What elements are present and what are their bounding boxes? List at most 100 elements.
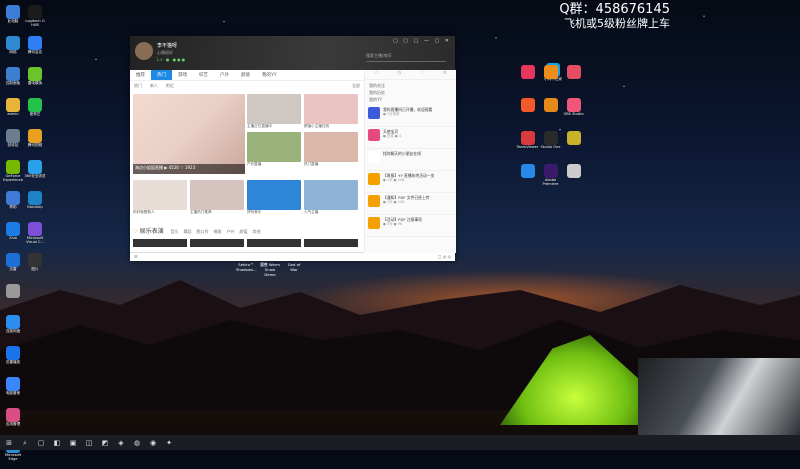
panel-link[interactable]: 我的历史 [369, 89, 452, 96]
taskbar-app-icon[interactable]: ◫ [82, 437, 96, 449]
taskbar-app-icon[interactable]: ✦ [162, 437, 176, 449]
shortcut-label[interactable]: Sekiro™ Shadows... [236, 262, 257, 277]
subtab-0[interactable]: 热门 [130, 81, 146, 90]
desktop-icon[interactable]: Logitech G HUB [22, 4, 48, 34]
panel-tab-icon[interactable]: ☆ [374, 70, 378, 79]
desktop-icon[interactable] [539, 97, 562, 127]
taskbar-app-icon[interactable]: ◧ [50, 437, 64, 449]
stream-card[interactable]: 颜值小主播在线 [304, 94, 358, 129]
subtab-3[interactable] [178, 81, 186, 90]
desktop-icon[interactable]: 迅雷播放 [0, 345, 26, 375]
desktop-icon[interactable] [562, 130, 585, 160]
message-item[interactable]: 【活动】PDF 注意事项 ● 3天 ● 96 [365, 215, 456, 237]
section-title[interactable]: 娱乐表演 [140, 228, 164, 235]
app-icon [6, 36, 20, 50]
subtab-4[interactable]: 全部 [348, 81, 364, 90]
subtab-1[interactable]: 新人 [146, 81, 162, 90]
app-icon [520, 65, 535, 79]
window-controls[interactable]: ▢ ▢ ▢ — ▢ ✕ [393, 38, 451, 44]
stream-card[interactable]: 主播热门推荐 [190, 180, 244, 215]
desktop-icon[interactable] [562, 64, 585, 94]
section-sub-2[interactable]: 脱口秀 [196, 229, 208, 234]
desktop-icon[interactable]: Adobe Premiere [539, 163, 562, 193]
desktop-icon[interactable] [516, 163, 539, 193]
desktop-icon[interactable]: 爱奇艺 [22, 97, 48, 127]
desktop-icon[interactable] [562, 163, 585, 193]
search-input[interactable]: 搜索主播/房间 [366, 53, 446, 62]
desktop-icon[interactable] [0, 283, 26, 313]
qq-group-number: Q群：458676145 [559, 2, 670, 17]
message-item[interactable]: 天使宝贝 ● 在线 ● 3 [365, 127, 456, 149]
taskbar-app-icon[interactable]: ◍ [130, 437, 144, 449]
bottom-tools[interactable]: ▢ ◎ ◎ [438, 254, 451, 259]
section-sub-0[interactable]: 音乐 [170, 229, 178, 234]
taskbar-app-icon[interactable]: ⌕ [18, 437, 32, 449]
stream-card[interactable]: 户外直播 [247, 132, 301, 167]
desktop-icon[interactable]: Studio One [539, 130, 562, 160]
desktop-icon[interactable]: 腾讯会议 [22, 35, 48, 65]
user-avatar[interactable] [135, 42, 153, 60]
taskbar-app-icon[interactable]: ⊞ [2, 437, 16, 449]
section-sub-5[interactable]: 颜值 [239, 229, 247, 234]
taskbar-app-icon[interactable]: ▣ [66, 437, 80, 449]
panel-tab-icon[interactable]: ≡ [443, 70, 447, 79]
message-text: 【通知】PDF 文件已经上传 ● 2天 ● 128 [383, 195, 430, 212]
message-item[interactable]: 【周报】YY 直播年终活动一览 ● 1天 ● 256 [365, 171, 456, 193]
subtab-2[interactable]: 附近 [162, 81, 178, 90]
message-item[interactable]: 【通知】PDF 文件已经上传 ● 2天 ● 128 [365, 193, 456, 215]
tab-6[interactable]: 我的YY [256, 70, 283, 80]
taskbar-app-icon[interactable]: ◈ [114, 437, 128, 449]
tab-4[interactable]: 户外 [214, 70, 235, 80]
username[interactable]: 李不猫呀 [157, 42, 177, 49]
desktop-icon[interactable] [516, 97, 539, 127]
desktop-icon[interactable]: 360安全浏览 [22, 159, 48, 189]
stream-card[interactable]: 热门直播 [304, 132, 358, 167]
desktop-icon[interactable]: TeamViewer [516, 130, 539, 160]
section-sub-3[interactable]: 唱歌 [213, 229, 221, 234]
desktop-icon[interactable]: Bandizip [22, 190, 48, 220]
section-sub-4[interactable]: 户外 [226, 229, 234, 234]
desktop-icon-label: 爱奇艺 [29, 112, 41, 116]
panel-link[interactable]: 我的关注 [369, 82, 452, 89]
shortcut-label[interactable]: God of War [284, 262, 304, 277]
desktop-icon[interactable] [516, 64, 539, 94]
tab-5[interactable]: 颜值 [235, 70, 256, 80]
stream-title: 热门直播 [304, 162, 319, 166]
message-text: 天使宝贝 ● 在线 ● 3 [383, 129, 401, 146]
desktop-icon[interactable] [539, 64, 562, 94]
hero-stream-card[interactable]: 海边小姐姐直播 ▶ 4526 ♡ 1923 [133, 94, 245, 174]
taskbar-app-icon[interactable]: ◩ [98, 437, 112, 449]
desktop-icon[interactable]: 雷电模拟 [22, 66, 48, 96]
section-header: ♡ 娱乐表演 音乐 舞蹈 脱口秀 唱歌 户外 颜值 其他 [133, 226, 361, 236]
panel-tab-icon[interactable]: ◷ [397, 70, 401, 79]
desktop-icon[interactable]: 百度网盘 [0, 314, 26, 344]
stream-title: 户外直播 [247, 162, 262, 166]
tab-0[interactable]: 推荐 [130, 70, 151, 80]
shortcut-label[interactable]: 魔兽 Warm Snow Demo [260, 262, 280, 277]
menu-icon[interactable]: ☰ [134, 254, 138, 259]
taskbar-app-icon[interactable]: ▢ [34, 437, 48, 449]
stream-card[interactable]: 主播正在直播中 [247, 94, 301, 129]
panel-link[interactable]: 我的YY [369, 96, 452, 103]
stream-card[interactable]: 你好我是新人 [133, 180, 187, 215]
tab-1[interactable]: 热门 [151, 70, 172, 80]
stream-card[interactable]: 好听音乐 [247, 180, 301, 215]
message-item[interactable]: 找你聊天的小朋友在线 [365, 149, 456, 171]
stream-title: 你好我是新人 [133, 210, 155, 214]
desktop-icon[interactable]: 应用管理 [0, 407, 26, 437]
desktop-icon[interactable]: 腾讯视频 [22, 128, 48, 158]
desktop-icon[interactable]: OBS Studio [562, 97, 585, 127]
section-sub-1[interactable]: 舞蹈 [183, 229, 191, 234]
panel-tab-icon[interactable]: ♡ [420, 70, 424, 79]
desktop-icon[interactable]: Microsoft Visual C... [22, 221, 48, 251]
taskbar-app-icon[interactable]: ◉ [146, 437, 160, 449]
desktop-icon[interactable]: 电脑管家 [0, 376, 26, 406]
tab-2[interactable]: 游戏 [172, 70, 193, 80]
message-item[interactable]: 我的直播间已开播，欢迎观看 ● 2分钟前 [365, 105, 456, 127]
desktop-icon[interactable]: 图片 [22, 252, 48, 282]
tab-3[interactable]: 综艺 [193, 70, 214, 80]
section-sub-6[interactable]: 其他 [252, 229, 260, 234]
app-icon [6, 160, 20, 174]
stream-card[interactable]: 人气主播 [304, 180, 358, 215]
app-icon [6, 315, 20, 329]
